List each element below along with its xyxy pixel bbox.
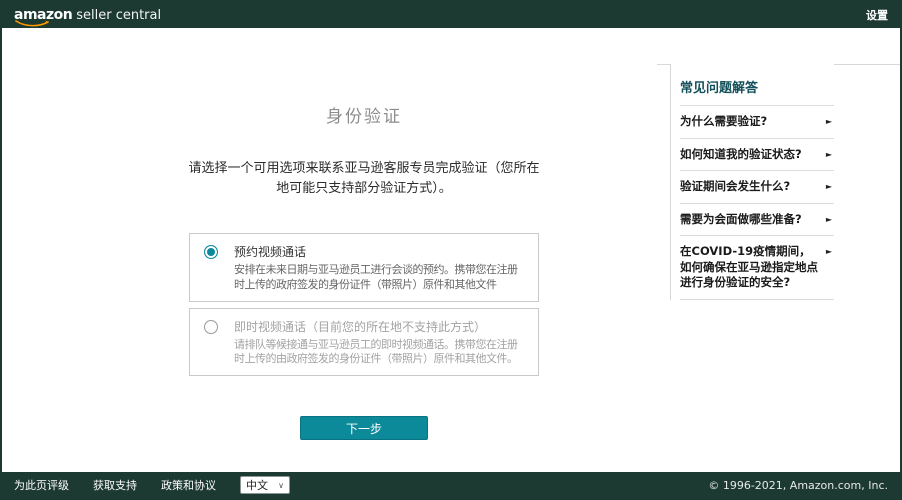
faq-item-label: 在COVID-19疫情期间，如何确保在亚马逊指定地点进行身份验证的安全?: [680, 244, 820, 291]
radio-checked-icon[interactable]: [204, 245, 218, 259]
language-select[interactable]: 中文 ∨: [240, 476, 290, 494]
amazon-seller-central-logo[interactable]: amazon seller central: [14, 7, 161, 23]
copyright-text: © 1996-2021, Amazon.com, Inc.: [708, 479, 888, 492]
next-button[interactable]: 下一步: [300, 416, 428, 440]
faq-item-label: 验证期间会发生什么?: [680, 179, 790, 195]
arrow-right-icon: ►: [826, 215, 832, 224]
faq-item-verification-status[interactable]: 如何知道我的验证状态? ►: [680, 139, 834, 172]
option-description: 请排队等候接通与亚马逊员工的即时视频通话。携带您在注册时上传的由政府签发的身份证…: [234, 338, 524, 367]
settings-link[interactable]: 设置: [866, 7, 888, 23]
footer-link-policies[interactable]: 政策和协议: [161, 477, 216, 493]
arrow-right-icon: ►: [826, 247, 832, 256]
footer-bar: 为此页评级 获取支持 政策和协议 中文 ∨ © 1996-2021, Amazo…: [2, 472, 900, 498]
amazon-wordmark: amazon: [14, 7, 72, 23]
faq-item-meeting-preparation[interactable]: 需要为会面做哪些准备? ►: [680, 204, 834, 237]
main-content: 身份验证 请选择一个可用选项来联系亚马逊客服专员完成验证（您所在地可能只支持部分…: [186, 28, 542, 440]
option-instant-video-call[interactable]: 即时视频通话（目前您的所在地不支持此方式） 请排队等候接通与亚马逊员工的即时视频…: [189, 308, 539, 377]
language-value: 中文: [246, 477, 268, 493]
page: amazon seller central 设置 身份验证 请选择一个可用选项来…: [0, 0, 902, 500]
chevron-down-icon: ∨: [278, 481, 284, 490]
faq-item-label: 需要为会面做哪些准备?: [680, 212, 802, 228]
faq-panel: 常见问题解答 为什么需要验证? ► 如何知道我的验证状态? ► 验证期间会发生什…: [670, 64, 834, 300]
faq-item-covid-safety[interactable]: 在COVID-19疫情期间，如何确保在亚马逊指定地点进行身份验证的安全? ►: [680, 236, 834, 300]
faq-item-why-verify[interactable]: 为什么需要验证? ►: [680, 106, 834, 139]
footer-link-get-support[interactable]: 获取支持: [93, 477, 137, 493]
arrow-right-icon: ►: [826, 150, 832, 159]
faq-item-label: 为什么需要验证?: [680, 114, 767, 130]
faq-item-what-happens[interactable]: 验证期间会发生什么? ►: [680, 171, 834, 204]
seller-central-wordmark: seller central: [76, 8, 161, 23]
option-title: 即时视频通话（目前您的所在地不支持此方式）: [234, 318, 524, 335]
page-title: 身份验证: [186, 102, 542, 127]
option-title: 预约视频通话: [234, 243, 524, 260]
faq-item-label: 如何知道我的验证状态?: [680, 147, 802, 163]
option-scheduled-video-call[interactable]: 预约视频通话 安排在未来日期与亚马逊员工进行会谈的预约。携带您在注册时上传的政府…: [189, 233, 539, 302]
footer-link-rate-page[interactable]: 为此页评级: [14, 477, 69, 493]
amazon-smile-icon: [15, 20, 49, 27]
faq-title: 常见问题解答: [680, 64, 834, 106]
arrow-right-icon: ►: [826, 182, 832, 191]
instruction-text: 请选择一个可用选项来联系亚马逊客服专员完成验证（您所在地可能只支持部分验证方式）…: [186, 159, 542, 199]
arrow-right-icon: ►: [826, 117, 832, 126]
top-bar: amazon seller central 设置: [2, 2, 900, 28]
option-description: 安排在未来日期与亚马逊员工进行会谈的预约。携带您在注册时上传的政府签发的身份证件…: [234, 263, 524, 292]
radio-unchecked-icon[interactable]: [204, 320, 218, 334]
